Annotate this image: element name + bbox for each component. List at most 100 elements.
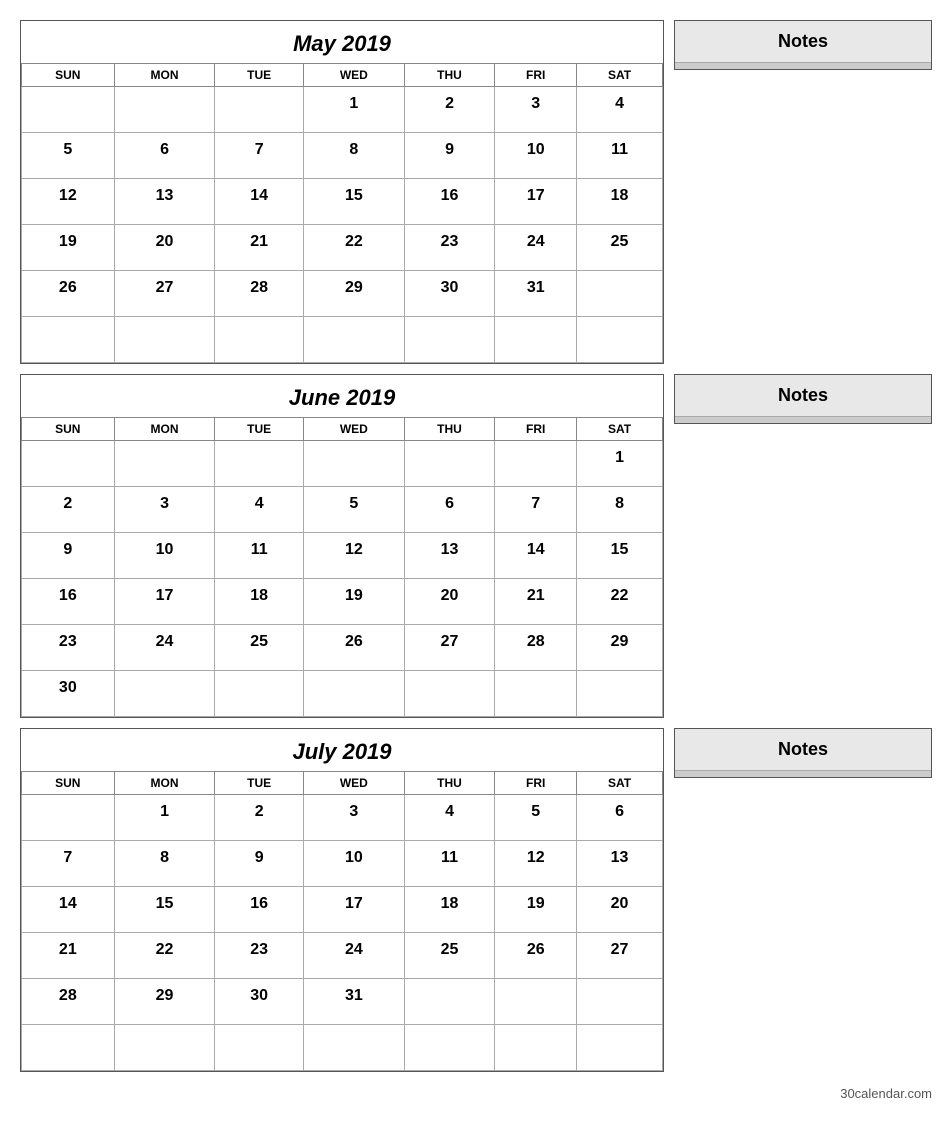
calendar-day-cell[interactable]: 14 <box>215 179 304 225</box>
table-row: 78910111213 <box>22 841 663 887</box>
calendar-day-cell[interactable]: 29 <box>114 979 215 1025</box>
calendar-day-cell[interactable]: 7 <box>22 841 115 887</box>
calendar-day-cell[interactable]: 22 <box>114 933 215 979</box>
calendar-day-cell[interactable]: 25 <box>215 625 304 671</box>
calendar-day-cell[interactable]: 24 <box>495 225 577 271</box>
calendar-day-cell[interactable]: 28 <box>215 271 304 317</box>
calendar-day-cell[interactable]: 7 <box>215 133 304 179</box>
calendar-day-cell[interactable]: 11 <box>215 533 304 579</box>
calendar-day-cell[interactable]: 6 <box>577 795 663 841</box>
calendar-day-cell[interactable]: 5 <box>22 133 115 179</box>
calendar-day-cell[interactable]: 25 <box>404 933 495 979</box>
calendar-day-cell[interactable]: 5 <box>495 795 577 841</box>
calendar-day-cell[interactable]: 30 <box>22 671 115 717</box>
calendar-day-cell[interactable]: 25 <box>577 225 663 271</box>
calendar-day-cell[interactable]: 21 <box>215 225 304 271</box>
calendar-day-cell[interactable]: 1 <box>114 795 215 841</box>
calendar-day-cell[interactable]: 11 <box>404 841 495 887</box>
calendar-day-cell[interactable]: 31 <box>495 271 577 317</box>
calendar-day-cell[interactable]: 27 <box>577 933 663 979</box>
calendar-day-cell[interactable]: 26 <box>495 933 577 979</box>
notes-line[interactable] <box>675 68 931 69</box>
calendar-day-cell[interactable]: 18 <box>404 887 495 933</box>
calendar-day-cell[interactable]: 15 <box>577 533 663 579</box>
calendar-day-cell[interactable]: 17 <box>114 579 215 625</box>
calendar-day-cell[interactable]: 12 <box>495 841 577 887</box>
calendar-day-cell[interactable]: 20 <box>114 225 215 271</box>
calendar-day-cell[interactable]: 13 <box>577 841 663 887</box>
calendar-day-cell[interactable]: 27 <box>404 625 495 671</box>
calendar-day-cell[interactable]: 23 <box>215 933 304 979</box>
calendar-day-cell[interactable]: 11 <box>577 133 663 179</box>
calendar-day-cell[interactable]: 19 <box>495 887 577 933</box>
calendar-day-cell[interactable]: 10 <box>495 133 577 179</box>
calendar-day-cell[interactable]: 28 <box>22 979 115 1025</box>
table-row: 14151617181920 <box>22 887 663 933</box>
calendar-day-cell[interactable]: 13 <box>114 179 215 225</box>
calendar-day-cell[interactable]: 15 <box>303 179 404 225</box>
calendar-day-cell[interactable]: 20 <box>404 579 495 625</box>
calendar-day-cell[interactable]: 19 <box>22 225 115 271</box>
calendar-day-cell[interactable]: 7 <box>495 487 577 533</box>
calendar-day-cell[interactable]: 9 <box>22 533 115 579</box>
calendar-day-cell[interactable]: 14 <box>22 887 115 933</box>
calendar-day-cell[interactable]: 6 <box>114 133 215 179</box>
calendar-day-cell[interactable]: 2 <box>215 795 304 841</box>
notes-line[interactable] <box>675 422 931 423</box>
day-header-fri: FRI <box>495 772 577 795</box>
calendar-day-cell[interactable]: 20 <box>577 887 663 933</box>
calendar-day-cell[interactable]: 2 <box>22 487 115 533</box>
calendar-day-cell[interactable]: 9 <box>404 133 495 179</box>
calendar-day-cell[interactable]: 3 <box>495 87 577 133</box>
calendar-day-cell[interactable]: 15 <box>114 887 215 933</box>
calendar-day-cell[interactable]: 27 <box>114 271 215 317</box>
calendar-day-cell[interactable]: 8 <box>303 133 404 179</box>
table-row: 21222324252627 <box>22 933 663 979</box>
calendar-day-cell[interactable]: 3 <box>303 795 404 841</box>
calendar-day-cell[interactable]: 17 <box>495 179 577 225</box>
calendar-day-cell[interactable]: 23 <box>22 625 115 671</box>
calendar-day-cell[interactable]: 16 <box>404 179 495 225</box>
calendar-day-cell[interactable]: 8 <box>577 487 663 533</box>
calendar-day-cell[interactable]: 29 <box>303 271 404 317</box>
calendar-day-cell[interactable]: 3 <box>114 487 215 533</box>
notes-line[interactable] <box>675 776 931 777</box>
calendar-day-cell[interactable]: 22 <box>303 225 404 271</box>
calendar-day-cell[interactable]: 28 <box>495 625 577 671</box>
calendar-day-cell[interactable]: 30 <box>404 271 495 317</box>
calendar-day-cell <box>495 441 577 487</box>
calendar-day-cell[interactable]: 4 <box>577 87 663 133</box>
calendar-day-cell[interactable]: 12 <box>303 533 404 579</box>
calendar-day-cell[interactable]: 4 <box>404 795 495 841</box>
calendar-day-cell[interactable]: 16 <box>22 579 115 625</box>
calendar-day-cell[interactable]: 16 <box>215 887 304 933</box>
calendar-day-cell[interactable]: 8 <box>114 841 215 887</box>
calendar-day-cell[interactable]: 5 <box>303 487 404 533</box>
calendar-day-cell[interactable]: 19 <box>303 579 404 625</box>
calendar-day-cell[interactable]: 9 <box>215 841 304 887</box>
calendar-day-cell[interactable]: 4 <box>215 487 304 533</box>
calendar-day-cell[interactable]: 1 <box>577 441 663 487</box>
calendar-day-cell[interactable]: 21 <box>22 933 115 979</box>
calendar-day-cell[interactable]: 12 <box>22 179 115 225</box>
calendar-day-cell[interactable]: 26 <box>22 271 115 317</box>
calendar-day-cell[interactable]: 2 <box>404 87 495 133</box>
calendar-day-cell[interactable]: 24 <box>303 933 404 979</box>
calendar-day-cell[interactable]: 29 <box>577 625 663 671</box>
calendar-day-cell[interactable]: 18 <box>577 179 663 225</box>
calendar-day-cell[interactable]: 10 <box>303 841 404 887</box>
calendar-day-cell[interactable]: 23 <box>404 225 495 271</box>
calendar-day-cell[interactable]: 17 <box>303 887 404 933</box>
calendar-day-cell[interactable]: 26 <box>303 625 404 671</box>
calendar-day-cell[interactable]: 1 <box>303 87 404 133</box>
calendar-day-cell[interactable]: 13 <box>404 533 495 579</box>
calendar-day-cell[interactable]: 14 <box>495 533 577 579</box>
calendar-day-cell[interactable]: 18 <box>215 579 304 625</box>
calendar-day-cell[interactable]: 10 <box>114 533 215 579</box>
calendar-day-cell[interactable]: 22 <box>577 579 663 625</box>
calendar-day-cell[interactable]: 24 <box>114 625 215 671</box>
calendar-day-cell[interactable]: 31 <box>303 979 404 1025</box>
calendar-day-cell[interactable]: 30 <box>215 979 304 1025</box>
calendar-day-cell[interactable]: 21 <box>495 579 577 625</box>
calendar-day-cell[interactable]: 6 <box>404 487 495 533</box>
